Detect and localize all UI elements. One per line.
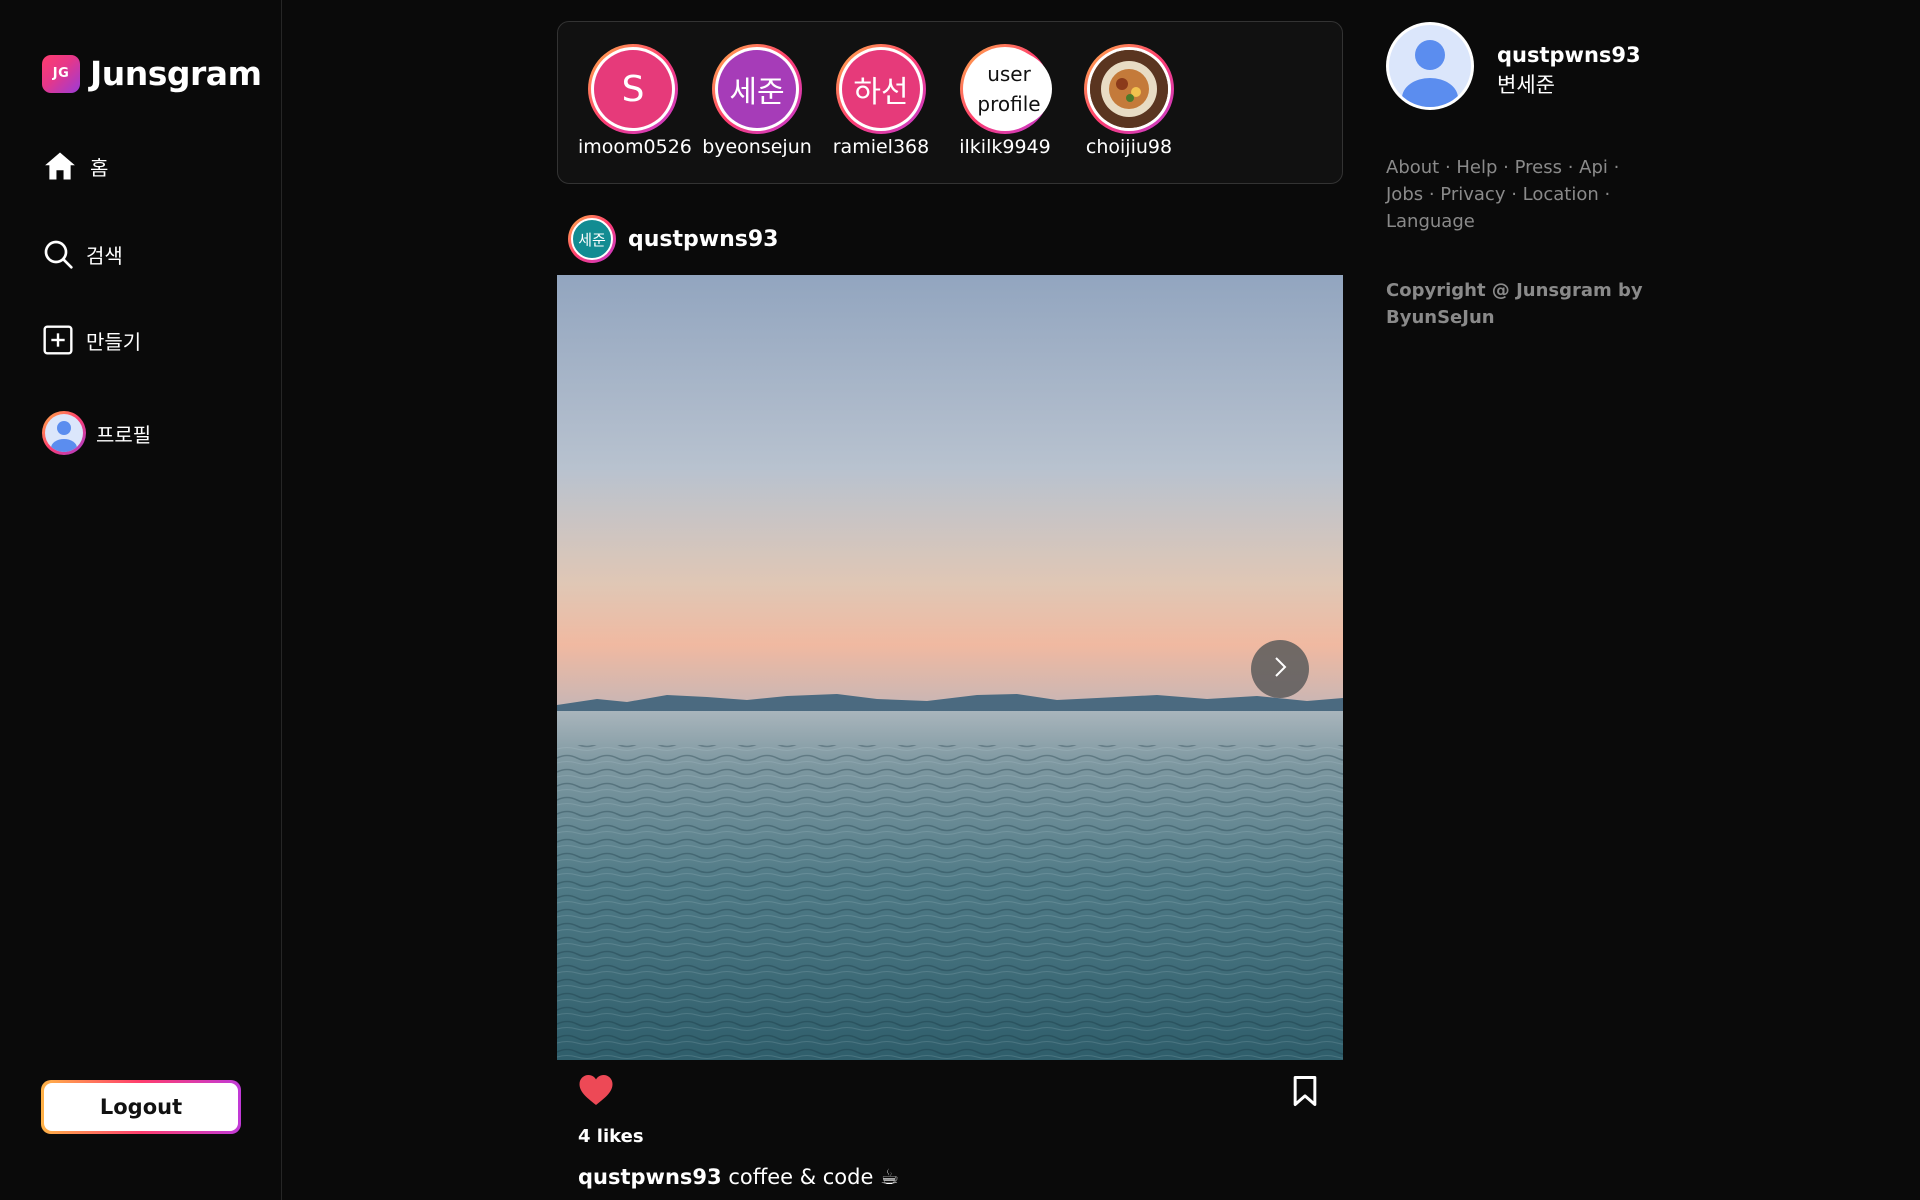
- footer-link-api[interactable]: Api: [1579, 157, 1608, 178]
- nav-create[interactable]: 만들기: [42, 324, 141, 356]
- story-username: ilkilk9949: [959, 136, 1051, 158]
- footer-link-location[interactable]: Location: [1523, 184, 1599, 205]
- logout-button[interactable]: Logout: [41, 1080, 241, 1134]
- food-photo-avatar: [1090, 50, 1168, 128]
- nav-search[interactable]: 검색: [42, 238, 123, 270]
- chevron-right-icon: [1268, 655, 1292, 683]
- story-username: ramiel368: [832, 136, 930, 158]
- sidebar: JG Junsgram 홈 검색 만들기 프로필 Logout: [0, 0, 282, 1200]
- broken-image-alt-text: user profile: [966, 50, 1052, 128]
- logo-badge: JG: [42, 54, 80, 93]
- nav-search-label: 검색: [86, 243, 123, 268]
- plus-square-icon: [42, 324, 74, 356]
- story-item[interactable]: user profile ilkilk9949: [950, 44, 1060, 158]
- post-username[interactable]: qustpwns93: [628, 227, 778, 252]
- footer-links: About · Help · Press · Api · Jobs · Priva…: [1386, 157, 1620, 232]
- story-username: imoom0526: [578, 136, 692, 158]
- bookmark-icon[interactable]: [1292, 1075, 1318, 1111]
- post-header: 세준 qustpwns93: [568, 215, 778, 263]
- post-avatar-text: 세준: [571, 218, 613, 260]
- story-item[interactable]: S imoom0526: [578, 44, 692, 158]
- story-item[interactable]: 하선 ramiel368: [826, 44, 936, 158]
- story-avatar: S: [594, 50, 672, 128]
- story-username: byeonsejun: [702, 136, 812, 158]
- stories-bar: S imoom0526 세준 byeonsejun 하선 ramiel368 u…: [557, 21, 1343, 184]
- post-caption: qustpwns93 coffee & code ☕: [578, 1165, 899, 1189]
- nav-home[interactable]: 홈: [42, 149, 108, 183]
- logo-text: Junsgram: [90, 54, 262, 93]
- post-avatar[interactable]: 세준: [568, 215, 616, 263]
- home-icon: [42, 149, 78, 183]
- post-image[interactable]: [557, 275, 1343, 1060]
- caption-username[interactable]: qustpwns93: [578, 1165, 722, 1189]
- footer-link-jobs[interactable]: Jobs: [1386, 184, 1423, 205]
- caption-text: coffee & code ☕: [728, 1165, 899, 1189]
- footer-link-about[interactable]: About: [1386, 157, 1439, 178]
- avatar: [42, 411, 86, 455]
- footer-link-language[interactable]: Language: [1386, 211, 1475, 232]
- heart-icon[interactable]: [578, 1073, 614, 1111]
- nav-create-label: 만들기: [86, 329, 142, 354]
- footer-link-press[interactable]: Press: [1515, 157, 1562, 178]
- likes-count: 4 likes: [578, 1126, 644, 1147]
- nav-profile[interactable]: 프로필: [42, 411, 151, 455]
- story-item[interactable]: choijiu98: [1074, 44, 1184, 158]
- footer-link-privacy[interactable]: Privacy: [1440, 184, 1505, 205]
- nav-home-label: 홈: [90, 155, 109, 180]
- current-user-avatar[interactable]: [1386, 22, 1474, 110]
- footer-link-help[interactable]: Help: [1456, 157, 1497, 178]
- logo[interactable]: JG Junsgram: [42, 54, 262, 93]
- current-user-name: 변세준: [1497, 73, 1555, 97]
- story-username: choijiu98: [1085, 136, 1173, 158]
- story-item[interactable]: 세준 byeonsejun: [702, 44, 812, 158]
- logout-label: Logout: [44, 1083, 238, 1131]
- next-image-button[interactable]: [1251, 640, 1309, 698]
- copyright-text: Copyright @ Junsgram by ByunSeJun: [1386, 280, 1643, 328]
- search-icon: [42, 238, 74, 270]
- story-avatar: 세준: [718, 50, 796, 128]
- story-avatar: 하선: [842, 50, 920, 128]
- nav-profile-label: 프로필: [96, 422, 152, 447]
- current-user-username[interactable]: qustpwns93: [1497, 43, 1641, 67]
